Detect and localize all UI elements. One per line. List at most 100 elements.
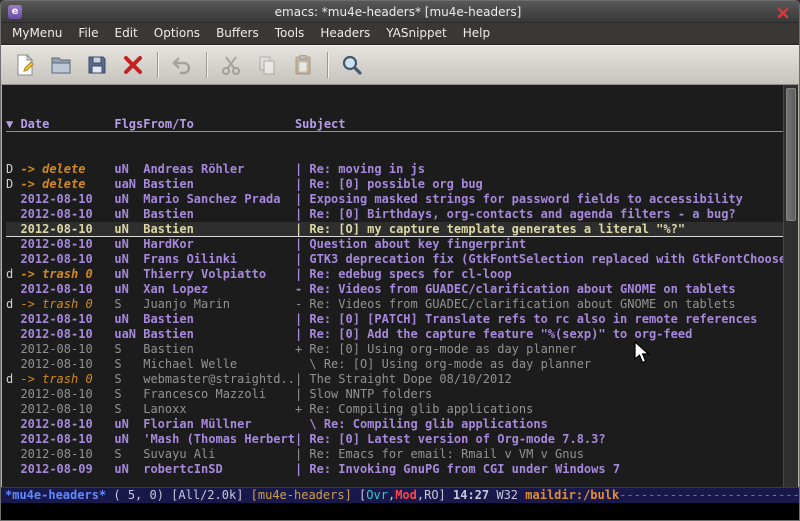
message-mark: d: [6, 372, 20, 387]
message-row[interactable]: 2012-08-10SBastien+ Re: [0] Using org-mo…: [6, 342, 783, 357]
message-date: 2012-08-10: [20, 432, 114, 447]
message-row[interactable]: 2012-08-10SFrancesco Mazzoli| Slow NNTP …: [6, 387, 783, 402]
new-file-button[interactable]: [9, 50, 41, 80]
message-date: 2012-08-10: [20, 282, 114, 297]
message-flags: S: [114, 357, 143, 372]
menu-edit[interactable]: Edit: [107, 23, 146, 44]
message-row[interactable]: 2012-08-10uNBastien| Re: [0] [PATCH] Tra…: [6, 312, 783, 327]
close-buffer-button[interactable]: [117, 50, 149, 80]
message-from: Mario Sanchez Prada: [143, 192, 295, 207]
window-title: emacs: *mu4e-headers* [mu4e-headers]: [22, 5, 774, 19]
message-row[interactable]: 2012-08-10SSuvayu Ali| Re: Emacs for ema…: [6, 447, 783, 462]
modeline-segment-mode: [mu4e-headers]: [251, 488, 352, 502]
message-date: 2012-08-10: [20, 342, 114, 357]
message-mark: D: [6, 162, 20, 177]
message-flags: uN: [114, 417, 143, 432]
message-from: Lanoxx: [143, 402, 295, 417]
message-row[interactable]: 2012-08-10uNFrans Oilinki| GTK3 deprecat…: [6, 252, 783, 267]
copy-button[interactable]: [251, 50, 283, 80]
message-row[interactable]: D-> deleteuNAndreas Röhler| Re: moving i…: [6, 162, 783, 177]
message-subject: | Re: [0] Add the capture feature "%(sex…: [295, 327, 783, 342]
message-mark: D: [6, 177, 20, 192]
scrollbar-thumb[interactable]: [786, 88, 796, 221]
column-header-flags[interactable]: Flgs: [114, 117, 143, 131]
message-date: 2012-08-10: [20, 222, 114, 236]
paste-button[interactable]: [287, 50, 319, 80]
message-row[interactable]: d-> trash 0SJuanjo Marin- Re: Videos fro…: [6, 297, 783, 312]
cut-button[interactable]: [215, 50, 247, 80]
message-date: 2012-08-10: [20, 402, 114, 417]
message-row[interactable]: 2012-08-10uNBastien| Re: [O] my capture …: [6, 222, 783, 237]
message-from: Bastien: [143, 327, 295, 342]
message-row[interactable]: 2012-08-10SMichael Welle \ Re: [O] Using…: [6, 357, 783, 372]
close-buffer-icon: [121, 53, 145, 77]
window-close-button[interactable]: [774, 4, 792, 20]
header-line[interactable]: ▼ Date Flgs From/To Subject: [6, 117, 783, 132]
scrollbar[interactable]: [783, 85, 798, 487]
message-row[interactable]: 2012-08-10uN'Mash (Thomas Herbert)| Re: …: [6, 432, 783, 447]
message-row[interactable]: 2012-08-10SLanoxx+ Re: Compiling glib ap…: [6, 402, 783, 417]
menu-help[interactable]: Help: [455, 23, 498, 44]
message-flags: S: [114, 387, 143, 402]
cut-icon: [219, 53, 243, 77]
undo-button[interactable]: [166, 50, 198, 80]
menu-options[interactable]: Options: [146, 23, 208, 44]
message-mark: [6, 417, 20, 432]
menu-file[interactable]: File: [70, 23, 106, 44]
message-mark: [6, 462, 20, 477]
message-row[interactable]: 2012-08-10uNXan Lopez- Re: Videos from G…: [6, 282, 783, 297]
menu-buffers[interactable]: Buffers: [208, 23, 267, 44]
message-flags: uN: [114, 252, 143, 267]
message-row[interactable]: 2012-08-10uNBastien| Re: [0] Birthdays, …: [6, 207, 783, 222]
message-subject: | Re: edebug specs for cl-loop: [295, 267, 783, 282]
message-date: 2012-08-10: [20, 417, 114, 432]
message-subject: \ Re: [O] Using org-mode as day planner: [295, 357, 783, 372]
modeline-segment-mod: Mod: [395, 488, 417, 502]
menu-mymenu[interactable]: MyMenu: [4, 23, 70, 44]
menu-headers[interactable]: Headers: [312, 23, 378, 44]
save-icon: [85, 53, 109, 77]
message-mark: [6, 207, 20, 222]
message-row[interactable]: d-> trash 0Swebmaster@straightd...| The …: [6, 372, 783, 387]
message-subject: | The Straight Dope 08/10/2012: [295, 372, 783, 387]
open-folder-icon: [49, 53, 73, 77]
message-row[interactable]: 2012-08-10uNMario Sanchez Prada| Exposin…: [6, 192, 783, 207]
message-date: 2012-08-10: [20, 237, 114, 252]
message-row[interactable]: D-> deleteuaNBastien| Re: [0] possible o…: [6, 177, 783, 192]
open-folder-button[interactable]: [45, 50, 77, 80]
message-row[interactable]: 2012-08-10uNHardKor| Question about key …: [6, 237, 783, 252]
column-header-date[interactable]: Date: [20, 117, 114, 131]
save-button[interactable]: [81, 50, 113, 80]
buffer-frame: ▼ Date Flgs From/To Subject D-> deleteuN…: [1, 85, 799, 487]
message-flags: S: [114, 447, 143, 462]
message-row[interactable]: 2012-08-10uaNBastien| Re: [0] Add the ca…: [6, 327, 783, 342]
message-from: Thierry Volpiatto: [143, 267, 295, 282]
modeline-segment-plain-bold: 14:27: [453, 488, 496, 502]
message-from: HardKor: [143, 237, 295, 252]
message-subject: | Slow NNTP folders: [295, 387, 783, 402]
message-from: Bastien: [143, 177, 295, 192]
message-from: Xan Lopez: [143, 282, 295, 297]
message-flags: uN: [114, 192, 143, 207]
message-from: Bastien: [143, 222, 295, 236]
minibuffer-echo-area[interactable]: [1, 503, 799, 520]
menu-tools[interactable]: Tools: [267, 23, 313, 44]
message-subject: | Re: [0] [PATCH] Translate refs to rc a…: [295, 312, 783, 327]
message-row[interactable]: d-> trash 0uNThierry Volpiatto| Re: edeb…: [6, 267, 783, 282]
column-header-from[interactable]: From/To: [143, 117, 295, 131]
modeline-segment-plain: ,RO]: [417, 488, 453, 502]
modeline: *mu4e-headers* ( 5, 0) [All/2.0k] [mu4e-…: [1, 487, 799, 503]
message-from: Bastien: [143, 312, 295, 327]
message-date: 2012-08-10: [20, 312, 114, 327]
close-icon: [776, 6, 790, 20]
search-button[interactable]: [336, 50, 368, 80]
message-date: 2012-08-10: [20, 447, 114, 462]
message-flags: uN: [114, 207, 143, 222]
modeline-segment-plain: [: [352, 488, 366, 502]
column-header-subject[interactable]: Subject: [295, 117, 783, 131]
message-row[interactable]: 2012-08-10uNFlorian Müllner \ Re: Compil…: [6, 417, 783, 432]
message-from: Bastien: [143, 207, 295, 222]
message-flags: uN: [114, 312, 143, 327]
message-row[interactable]: 2012-08-09uNrobertcInSD| Re: Invoking Gn…: [6, 462, 783, 477]
menu-yasnippet[interactable]: YASnippet: [378, 23, 455, 44]
